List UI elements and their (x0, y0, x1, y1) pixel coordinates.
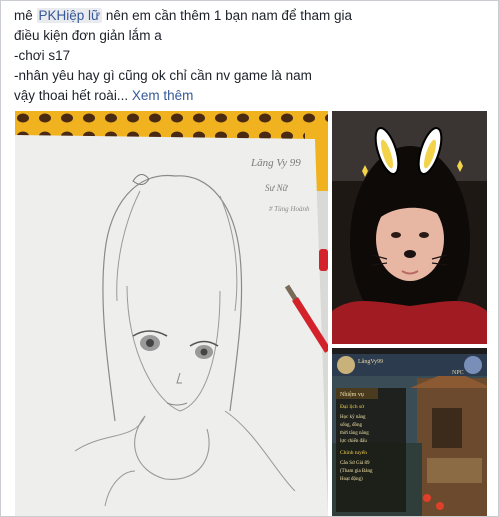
quest-line-4: lực chiến đấu (340, 439, 367, 444)
post-text: mê PKHiệp lữ nên em cần thêm 1 bạn nam đ… (14, 6, 484, 106)
post-line-3: -chơi s17 (14, 48, 71, 63)
post-line-1: mê PKHiệp lữ nên em cần thêm 1 bạn nam đ… (14, 6, 484, 26)
post-line-4: -nhân yêu hay gì cũng ok chỉ cần nv game… (14, 68, 312, 83)
photo-grid: Lăng Vy 99 Sư Nữ # Tùng Hoành LăngVy99 N… (15, 111, 487, 516)
quest-section: Chính tuyến (340, 449, 367, 456)
signature-line-1: Lăng Vy 99 (250, 157, 301, 169)
selfie-illustration (332, 111, 487, 344)
facebook-post: mê PKHiệp lữ nên em cần thêm 1 bạn nam đ… (0, 0, 499, 517)
quest-desc-1: Cắn Sứ Giả 89 (340, 460, 370, 466)
quest-line-2: sống, đồng (340, 423, 362, 428)
game-screenshot[interactable]: LăngVy99 NPC Nhiệm vụ Đại lịch sử Học kỹ… (332, 348, 487, 516)
game-illustration: LăngVy99 NPC Nhiệm vụ Đại lịch sử Học kỹ… (332, 348, 487, 516)
quest-title: Đại lịch sử (340, 404, 365, 410)
post-text-segment: mê (14, 8, 37, 23)
post-line-5: vậy thoai hết roài... Xem thêm (14, 86, 484, 106)
post-text-segment: vậy thoai hết roài... (14, 88, 132, 103)
signature-line-3: # Tùng Hoành (269, 205, 310, 213)
post-text-segment: nên em cần thêm 1 bạn nam để tham gia (102, 8, 352, 23)
quest-desc-3: Hoạt động) (340, 477, 363, 482)
selfie-photo[interactable] (332, 111, 487, 344)
post-line-2: điều kiện đơn giản lắm a (14, 28, 162, 43)
quest-desc-2: (Tham gia Bảng (340, 469, 373, 474)
hud-player-name: LăngVy99 (358, 359, 383, 365)
see-more-link[interactable]: Xem thêm (132, 88, 194, 103)
quest-tab: Nhiệm vụ (340, 392, 364, 398)
signature-line-2: Sư Nữ (265, 183, 289, 193)
quest-line-3: thời tăng năng (340, 431, 369, 436)
quest-line-1: Học kỹ năng (340, 415, 366, 420)
drawing-photo[interactable]: Lăng Vy 99 Sư Nữ # Tùng Hoành (15, 111, 328, 516)
drawing-illustration: Lăng Vy 99 Sư Nữ # Tùng Hoành (15, 111, 328, 516)
hud-npc-label: NPC (452, 370, 464, 376)
hashtag-link[interactable]: PKHiệp lữ (36, 8, 103, 23)
